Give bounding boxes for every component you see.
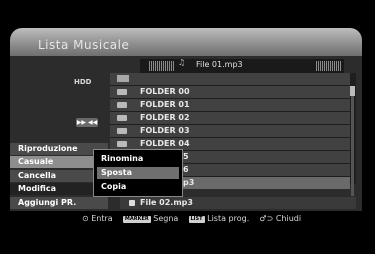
current-file-name: File 01.mp3 (196, 60, 243, 69)
list-item-label: FOLDER 00 (140, 87, 190, 96)
list-item-label: FOLDER 02 (140, 113, 190, 122)
edit-popup-menu: Rinomina Sposta Copia (93, 149, 183, 197)
list-item-label: 5 (183, 152, 189, 161)
enter-icon: ⊙ (82, 214, 89, 223)
scrollbar-thumb[interactable] (350, 86, 355, 96)
list-item-label: FOLDER 01 (140, 100, 190, 109)
folder-icon (117, 89, 127, 95)
list-item-label: File 02.mp3 (140, 198, 193, 207)
popup-item-sposta[interactable]: Sposta (97, 167, 179, 179)
enter-hint: Entra (91, 214, 113, 223)
close-hint: Chiudi (275, 214, 302, 223)
file-icon (129, 200, 135, 206)
music-note-icon: ♫ (178, 58, 186, 67)
list-item[interactable]: FOLDER 03 (110, 125, 350, 137)
popup-item-rinomina[interactable]: Rinomina (97, 153, 179, 165)
list-item-label: 6 (183, 165, 189, 174)
list-item-label: p3 (183, 178, 195, 187)
page-title: Lista Musicale (38, 38, 130, 52)
menu-item-aggiungi[interactable]: Aggiungi PR. (10, 197, 108, 209)
drive-label: HDD (74, 78, 92, 86)
music-list-screen: Lista Musicale HDD ▶▶ ◀◀ ♫ File 01.mp3 F… (0, 0, 375, 254)
list-item[interactable]: FOLDER 02 (110, 112, 350, 124)
footer-hints: ⊙ Entra MARKER Segna LIST Lista prog. ♂⊃… (82, 214, 301, 223)
return-icon: ♂⊃ (259, 214, 274, 223)
decor-dots-left (149, 61, 175, 71)
marker-key-icon: MARKER (122, 216, 151, 223)
folder-icon (117, 128, 127, 134)
scrollbar[interactable] (351, 86, 354, 196)
folder-icon (117, 115, 127, 121)
list-item[interactable]: File 02.mp3 (120, 197, 356, 209)
popup-item-copia[interactable]: Copia (97, 181, 179, 193)
list-hint: Lista prog. (207, 214, 250, 223)
decor-dots-right (316, 61, 342, 71)
play-control-icon: ▶▶ ◀◀ (76, 118, 98, 127)
folder-icon (117, 102, 127, 108)
list-key-icon: LIST (188, 216, 205, 223)
list-item[interactable]: FOLDER 01 (110, 99, 350, 111)
list-item-up[interactable] (110, 73, 350, 85)
marker-hint: Segna (153, 214, 179, 223)
folder-up-icon (117, 75, 129, 82)
list-item[interactable]: FOLDER 00 (110, 86, 350, 98)
list-item-label: FOLDER 03 (140, 126, 190, 135)
list-item-label: FOLDER 04 (140, 139, 190, 148)
folder-icon (117, 141, 127, 147)
